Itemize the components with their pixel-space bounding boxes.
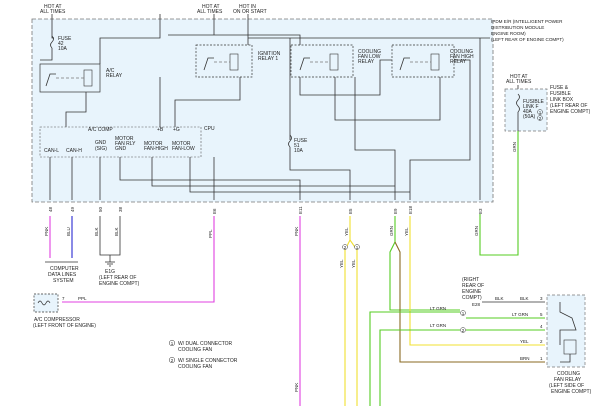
ppl-wire-compressor <box>62 216 215 303</box>
lt-grn-wire-1 <box>369 311 460 406</box>
ipdm-title-3: ENGINE ROOM) <box>491 31 526 36</box>
hot-label-2b: ALL TIMES <box>197 9 223 15</box>
ignition-relay-label-b: RELAY 1 <box>258 56 278 62</box>
terminal-e5: E5 <box>348 208 353 214</box>
terminal-48: 48 <box>48 206 53 212</box>
fl-link-d: (50A) <box>523 114 536 120</box>
e28-label: E28 <box>472 302 481 307</box>
fl-label-e: ENGINE COMPT) <box>550 109 591 115</box>
ipdm-title-4: (LEFT REAR OF ENGINE COMPT) <box>491 37 564 42</box>
e1g-label-c: ENGINE COMPT) <box>99 281 140 287</box>
ipdm-title-line-1: IPDM E/R (INTELLIGENT POWER <box>491 19 563 24</box>
motor-fan-rly-gnd-c: GND <box>115 146 127 152</box>
lt-grn-label-2: LT GRN <box>430 323 446 328</box>
plus-b-label: +B <box>157 127 164 133</box>
grn-label-e3: GRN <box>474 226 479 236</box>
can-l-label: CAN-L <box>44 148 59 154</box>
terminal-e18: E18 <box>408 205 413 214</box>
grn-label-e9: GRN <box>389 226 394 236</box>
terminal-50: 50 <box>98 206 103 212</box>
ipdm-module-box <box>31 18 494 203</box>
plus-g-label: +G <box>173 127 180 133</box>
legend-note2-b: COOLING FAN <box>178 364 213 370</box>
yel-label-4: YEL <box>404 227 409 236</box>
motor-fan-high-b: FAN-HIGH <box>144 146 168 152</box>
pnk-label-3: PNK <box>294 383 299 392</box>
ipdm-title-2: DISTRIBUTION MODULE <box>491 25 544 30</box>
ppl-label-2: PPL <box>78 296 87 301</box>
legend-note1-b: COOLING FAN <box>178 347 213 353</box>
hot-label-1b: ALL TIMES <box>40 9 66 15</box>
terminal-49: 49 <box>70 206 75 212</box>
cooling-fan-relay-box <box>546 294 586 368</box>
blk-label-4: BLK <box>520 296 529 301</box>
fuse-42-label-c: 10A <box>58 46 68 52</box>
yel-label-5: YEL <box>520 339 529 344</box>
lt-grn-label-1: LT GRN <box>430 306 446 311</box>
terminal-e3: E3 <box>478 208 483 214</box>
ppl-label-1: PPL <box>208 229 213 238</box>
pin-7: 7 <box>62 296 65 301</box>
cpu-label: CPU <box>204 126 215 132</box>
fan-relay-label-d: ENGINE COMPT) <box>551 389 592 395</box>
fuse-51-label-c: 10A <box>294 148 304 154</box>
terminal-e11: E11 <box>298 206 303 214</box>
motor-fan-low-b: FAN-LOW <box>172 146 195 152</box>
cdl-c: SYSTEM <box>53 278 74 284</box>
pnk-label-2: PNK <box>294 227 299 236</box>
terminal-38: 38 <box>118 206 123 212</box>
lt-grn-label-3: LT GRN <box>512 312 528 317</box>
blk-label-2: BLK <box>114 227 119 236</box>
blk-label-1: BLK <box>94 227 99 236</box>
yel-label-1: YEL <box>344 227 349 236</box>
relay-pin-5: 5 <box>540 312 543 317</box>
yel-label-3: YEL <box>351 259 356 268</box>
brn-label: BRN <box>520 356 530 361</box>
wiring-diagram: IPDM E/R (INTELLIGENT POWER HOT AT ALL T… <box>31 4 592 406</box>
blu-label: BLU <box>66 227 71 236</box>
terminal-labels: 48 49 50 38 E6 E11 E5 E9 E18 E3 <box>48 205 483 214</box>
gnd-sig-b: (SIG) <box>95 146 107 152</box>
right-rear-d: COMPT) <box>462 295 482 301</box>
hot-in-on-b: ON OR START <box>233 9 267 15</box>
yel-label-2: YEL <box>339 259 344 268</box>
relay-pin-4: 4 <box>540 324 543 329</box>
blk-label-3: BLK <box>495 296 504 301</box>
terminal-e6: E6 <box>212 208 217 214</box>
ac-comp-label: A/C COMP <box>88 127 113 133</box>
fl-hot-b: ALL TIMES <box>506 79 532 85</box>
ac-relay-label-b: RELAY <box>106 73 123 79</box>
cooling-high-label-c: RELAY <box>450 59 467 65</box>
fl-grn-label: GRN <box>512 142 517 152</box>
can-h-label: CAN-H <box>66 148 82 154</box>
lt-grn-wire-2 <box>379 329 460 406</box>
relay-pin-2: 2 <box>540 339 543 344</box>
relay-pin-3: 3 <box>540 296 543 301</box>
terminal-e9: E9 <box>393 208 398 214</box>
relay-pin-1: 1 <box>540 356 543 361</box>
pnk-label-1: PNK <box>44 227 49 236</box>
cooling-low-label-c: RELAY <box>358 59 375 65</box>
ac-compressor-label-b: (LEFT FRONT OF ENGINE) <box>33 323 96 329</box>
